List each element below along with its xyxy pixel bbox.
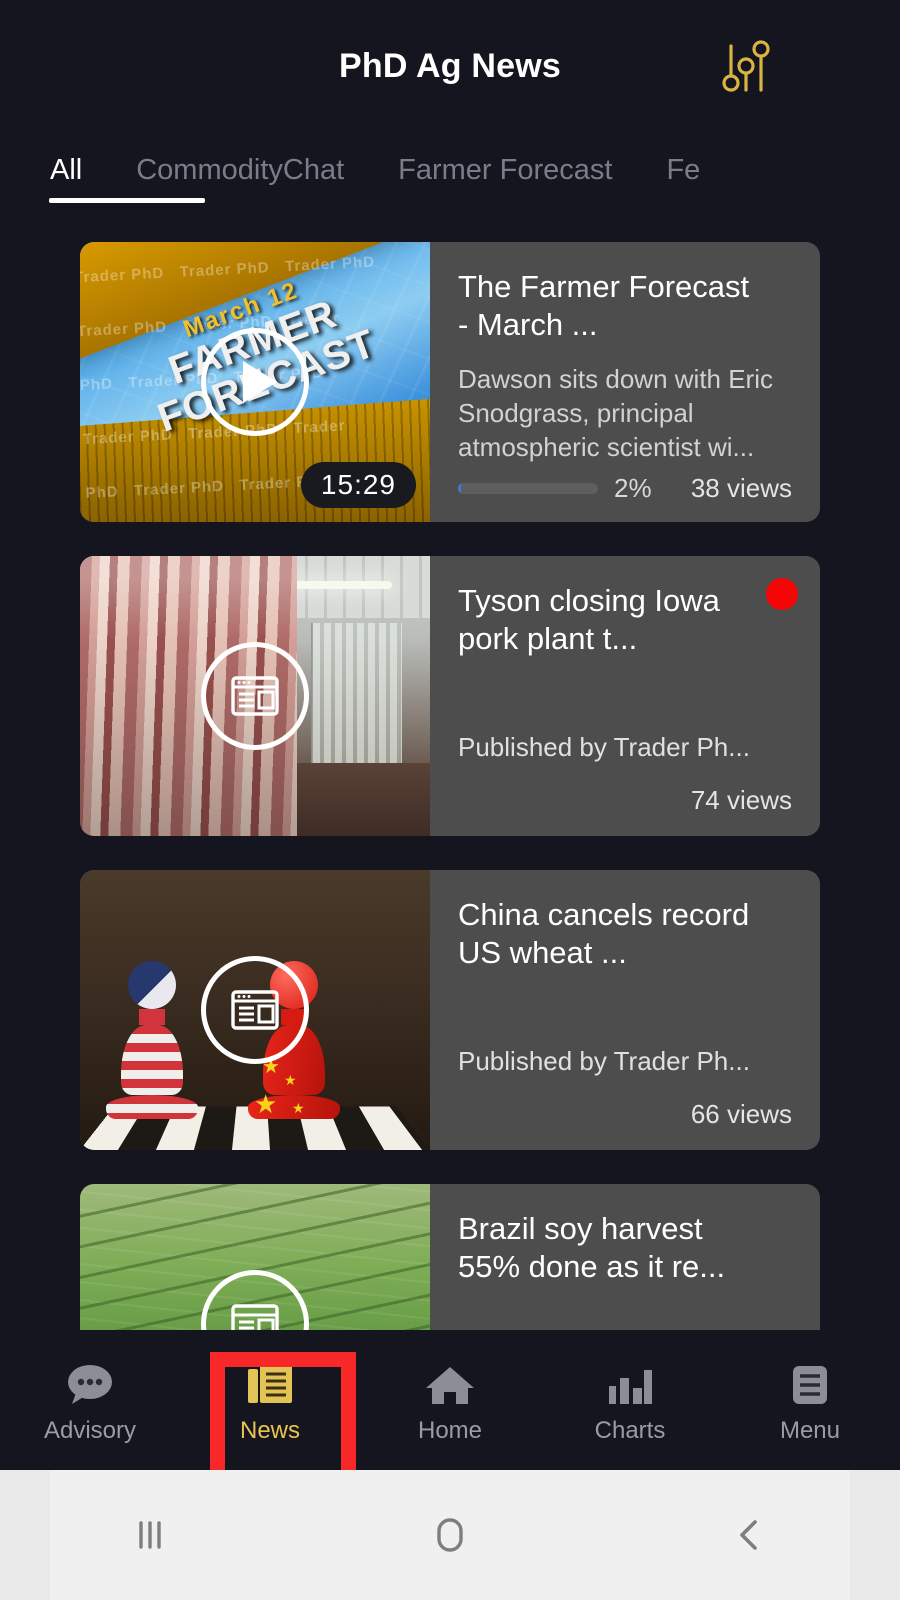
nav-label: Advisory <box>43 1416 137 1444</box>
card-title: The Farmer Forecast - March ... <box>458 269 750 342</box>
video-duration-badge: 15:29 <box>300 462 416 508</box>
newspaper-icon <box>248 1364 292 1403</box>
card-title: China cancels record US wheat ... <box>458 897 750 970</box>
nav-label: Menu <box>779 1416 841 1444</box>
watch-progress-label: 2% <box>614 472 652 503</box>
tab-fe[interactable]: Fe <box>666 154 700 213</box>
nav-item-menu[interactable]: Menu <box>720 1330 900 1470</box>
us-pawn <box>106 961 198 1120</box>
article-thumbnail[interactable] <box>80 556 430 836</box>
play-icon <box>242 361 277 403</box>
card-body: China cancels record US wheat ... Publis… <box>430 870 820 1150</box>
open-article-button[interactable] <box>201 642 309 750</box>
news-card-article[interactable]: ★ ★ ★ ★ China cancels record US wheat ..… <box>80 870 820 1150</box>
system-navigation-bar[interactable] <box>0 1470 900 1600</box>
sliders-filter-icon <box>722 40 770 92</box>
home-icon <box>426 1366 474 1404</box>
card-meta: 2% 38 views <box>458 473 792 504</box>
article-window-icon <box>231 676 279 716</box>
bottom-navigation[interactable]: Advisory News Home Charts Menu <box>0 1330 900 1470</box>
bar-chart-icon <box>609 1369 652 1404</box>
tab-commoditychat[interactable]: CommodityChat <box>136 154 344 213</box>
nav-label: News <box>239 1416 300 1444</box>
view-count: 66 views <box>690 1099 792 1129</box>
article-thumbnail[interactable]: ★ ★ ★ ★ <box>80 870 430 1150</box>
app-screen: PhD Ag News All CommodityChat Farmer For… <box>0 0 900 1600</box>
article-window-icon <box>231 990 279 1030</box>
card-publisher: Published by Trader Ph... <box>458 732 750 762</box>
back-chevron-icon <box>740 1520 757 1550</box>
news-card-article[interactable]: Tyson closing Iowa pork plant t... Publi… <box>80 556 820 836</box>
chat-bubble-icon <box>68 1364 112 1404</box>
app-header: PhD Ag News <box>0 0 900 132</box>
page-title: PhD Ag News <box>339 46 561 85</box>
category-tabs[interactable]: All CommodityChat Farmer Forecast Fe <box>0 132 900 242</box>
tab-all[interactable]: All <box>48 154 207 213</box>
view-count: 74 views <box>690 785 792 815</box>
view-count: 38 views <box>690 472 792 503</box>
card-publisher: Published by Trader Ph... <box>458 1046 750 1076</box>
recents-icon <box>139 1521 161 1549</box>
nav-item-news[interactable]: News <box>180 1330 360 1470</box>
hamburger-menu-icon <box>793 1365 827 1404</box>
nav-item-advisory[interactable]: Advisory <box>0 1330 180 1470</box>
watch-progress-bar <box>458 482 598 494</box>
unread-badge <box>766 578 798 610</box>
system-home-button[interactable] <box>300 1512 600 1558</box>
card-title: Brazil soy harvest 55% done as it re... <box>458 1211 726 1284</box>
play-button[interactable] <box>201 328 309 436</box>
nav-item-charts[interactable]: Charts <box>540 1330 720 1470</box>
tab-farmer-forecast[interactable]: Farmer Forecast <box>398 154 612 213</box>
filter-button[interactable] <box>712 34 780 100</box>
card-title: Tyson closing Iowa pork plant t... <box>458 583 720 656</box>
nav-label: Home <box>417 1416 483 1444</box>
card-body: The Farmer Forecast - March ... Dawson s… <box>430 242 820 522</box>
card-body: Tyson closing Iowa pork plant t... Publi… <box>430 556 820 836</box>
video-thumbnail[interactable]: Trader PhD Trader PhD Trader PhD Trader … <box>80 242 430 522</box>
card-description: Dawson sits down with Eric Snodgrass, pr… <box>458 363 773 463</box>
nav-item-home[interactable]: Home <box>360 1330 540 1470</box>
nav-label: Charts <box>594 1416 666 1444</box>
home-pill-icon <box>437 1518 463 1552</box>
news-card-video[interactable]: Trader PhD Trader PhD Trader PhD Trader … <box>80 242 820 522</box>
open-article-button[interactable] <box>201 956 309 1064</box>
watch-progress-fill <box>458 482 461 494</box>
